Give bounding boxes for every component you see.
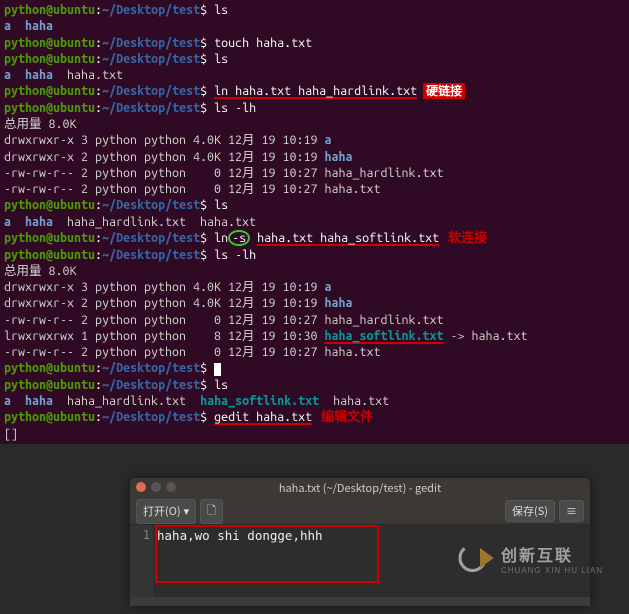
annotation-box <box>155 525 379 583</box>
output-line: lrwxrwxrwx 1 python python 8 12月 19 10:3… <box>4 328 625 344</box>
new-document-button[interactable]: 🗋 <box>200 499 223 524</box>
gedit-titlebar: haha.txt (~/Desktop/test) - gedit <box>130 478 590 498</box>
gedit-editor[interactable]: 1 haha,wo shi dongge,hhh <box>130 525 590 597</box>
output-line: 总用量 8.0K <box>4 116 625 132</box>
annotation-label: 编辑文件 <box>318 408 376 425</box>
annotation-label: 软连接 <box>445 229 490 246</box>
annotation-label: 硬链接 <box>423 83 465 99</box>
prompt-line: python@ubuntu:~/Desktop/test$ gedit haha… <box>4 409 625 426</box>
prompt-line: python@ubuntu:~/Desktop/test$ touch haha… <box>4 35 625 51</box>
prompt-line: python@ubuntu:~/Desktop/test$ <box>4 360 625 376</box>
cursor <box>214 363 221 376</box>
gedit-toolbar: 打开(O) ▾ 🗋 保存(S) ≡ <box>130 498 590 525</box>
line-number-gutter: 1 <box>130 525 153 597</box>
terminal[interactable]: python@ubuntu:~/Desktop/test$ lsa hahapy… <box>0 0 629 444</box>
prompt-line: python@ubuntu:~/Desktop/test$ ls <box>4 51 625 67</box>
output-line: -rw-rw-r-- 2 python python 0 12月 19 10:2… <box>4 181 625 197</box>
output-line: -rw-rw-r-- 2 python python 0 12月 19 10:2… <box>4 165 625 181</box>
chevron-down-icon: ▾ <box>184 503 190 519</box>
prompt-line: python@ubuntu:~/Desktop/test$ ls -lh <box>4 100 625 116</box>
output-line: a haha <box>4 18 625 34</box>
output-line: drwxrwxr-x 2 python python 4.0K 12月 19 1… <box>4 295 625 311</box>
output-line: -rw-rw-r-- 2 python python 0 12月 19 10:2… <box>4 312 625 328</box>
window-controls[interactable] <box>136 482 176 492</box>
output-line: a haha haha.txt <box>4 67 625 83</box>
output-line: -rw-rw-r-- 2 python python 0 12月 19 10:2… <box>4 344 625 360</box>
maximize-icon[interactable] <box>166 482 176 492</box>
prompt-line: python@ubuntu:~/Desktop/test$ ls <box>4 377 625 393</box>
output-line: a haha haha_hardlink.txt haha_softlink.t… <box>4 393 625 409</box>
output-line: drwxrwxr-x 3 python python 4.0K 12月 19 1… <box>4 279 625 295</box>
output-line: [] <box>4 426 625 442</box>
prompt-line: python@ubuntu:~/Desktop/test$ ln haha.tx… <box>4 83 625 100</box>
prompt-line: python@ubuntu:~/Desktop/test$ ls -lh <box>4 247 625 263</box>
open-button[interactable]: 打开(O) ▾ <box>136 499 196 524</box>
output-line: a haha haha_hardlink.txt haha.txt <box>4 214 625 230</box>
output-line: drwxrwxr-x 2 python python 4.0K 12月 19 1… <box>4 149 625 165</box>
hamburger-menu-button[interactable]: ≡ <box>559 500 584 522</box>
minimize-icon[interactable] <box>151 482 161 492</box>
gedit-title-text: haha.txt (~/Desktop/test) - gedit <box>279 480 441 496</box>
output-line: 总用量 8.0K <box>4 263 625 279</box>
gedit-window: haha.txt (~/Desktop/test) - gedit 打开(O) … <box>130 478 590 606</box>
prompt-line: python@ubuntu:~/Desktop/test$ ls <box>4 2 625 18</box>
close-icon[interactable] <box>136 482 146 492</box>
output-line: drwxrwxr-x 3 python python 4.0K 12月 19 1… <box>4 132 625 148</box>
editor-content[interactable]: haha,wo shi dongge,hhh <box>153 525 590 597</box>
prompt-line: python@ubuntu:~/Desktop/test$ ls <box>4 197 625 213</box>
prompt-line: python@ubuntu:~/Desktop/test$ ln-s haha.… <box>4 230 625 247</box>
save-button[interactable]: 保存(S) <box>505 500 555 522</box>
